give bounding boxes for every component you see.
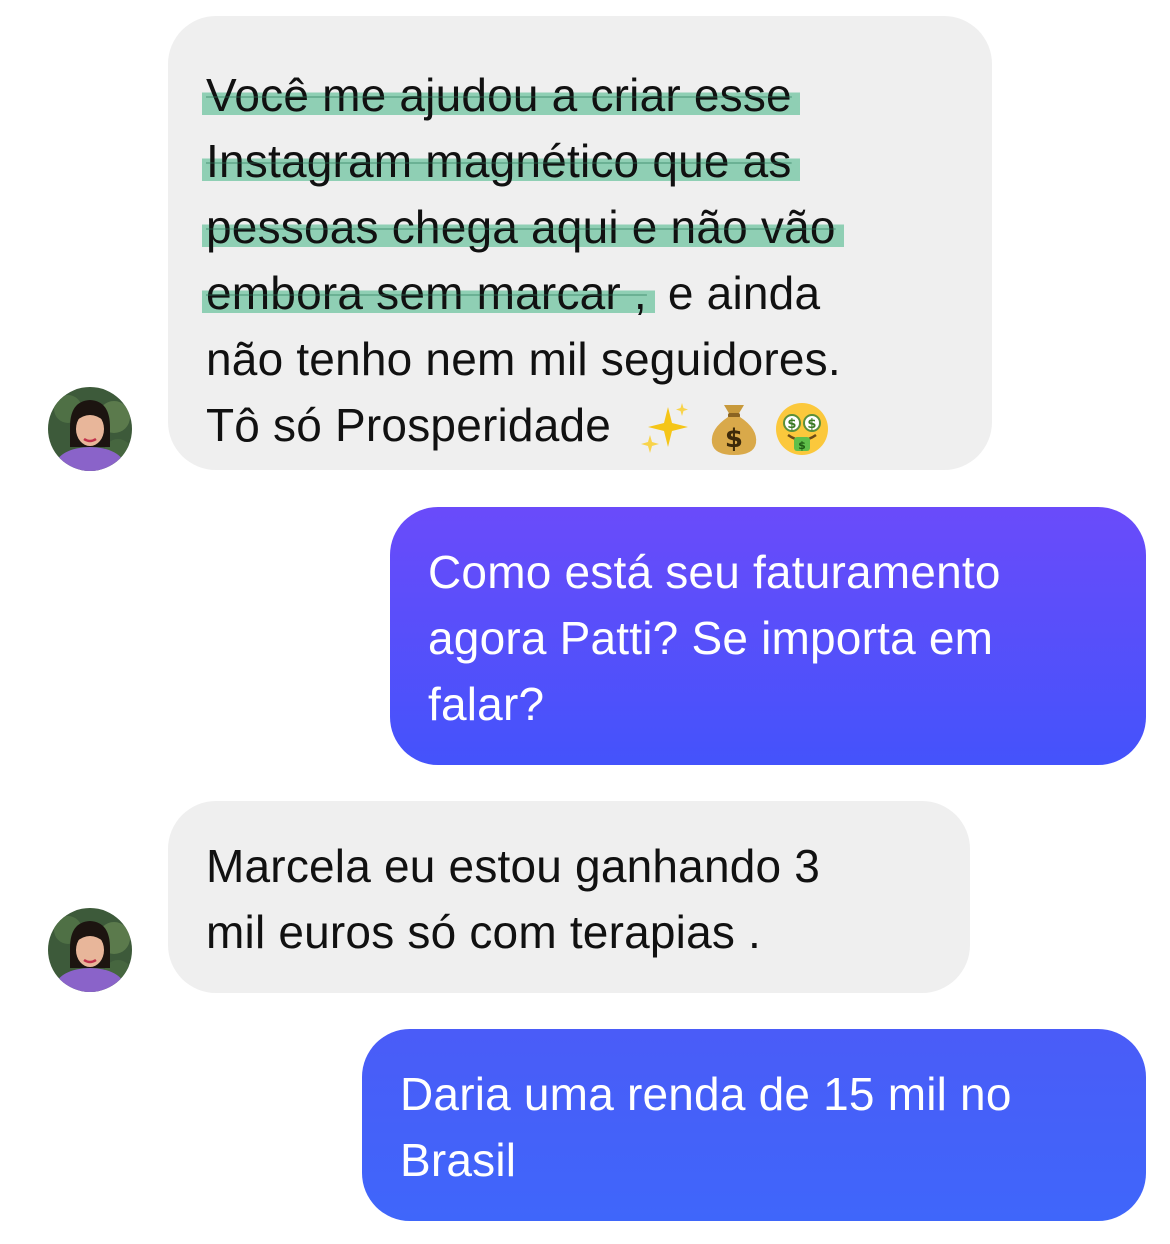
message-text: Brasil [400, 1134, 517, 1186]
svg-text:$: $ [807, 417, 816, 432]
sparkles-icon [641, 402, 689, 453]
avatar-photo [48, 387, 132, 471]
message-text: Como está seu faturamento [428, 546, 1001, 598]
svg-text:$: $ [798, 439, 806, 452]
message-text: agora Patti? Se importa em [428, 612, 994, 664]
outgoing-message-bubble[interactable]: Como está seu faturamento agora Patti? S… [390, 507, 1146, 765]
message-text: mil euros só com terapias . [206, 906, 762, 958]
message-text: Daria uma renda de 15 mil no [400, 1068, 1012, 1120]
message-line: embora sem marcar , e ainda [202, 260, 992, 326]
highlighted-text: Instagram magnético que as [202, 135, 800, 187]
message-text: e ainda [667, 267, 821, 319]
message-line: Você me ajudou a criar esse [202, 62, 992, 128]
contact-avatar[interactable] [48, 908, 132, 992]
message-line: pessoas chega aqui e não vão [202, 194, 992, 260]
highlighted-text: embora sem marcar , [202, 267, 655, 319]
emoji-group: $ $ $ $ [638, 401, 830, 457]
message-text: não tenho nem mil seguidores. [206, 333, 841, 385]
contact-avatar[interactable] [48, 387, 132, 471]
message-text: falar? [428, 678, 545, 730]
message-line: Instagram magnético que as [202, 128, 992, 194]
message-line: Tô só Prosperidade $ $ $ $ [206, 392, 992, 458]
money-bag-icon: $ [711, 404, 757, 455]
money-mouth-face-icon: $ $ $ [776, 402, 829, 455]
highlighted-text: pessoas chega aqui e não vão [202, 201, 844, 253]
svg-text:$: $ [787, 417, 796, 432]
message-text: Marcela eu estou ganhando 3 [206, 840, 821, 892]
avatar-photo [48, 908, 132, 992]
message-text: Tô só Prosperidade [206, 399, 612, 451]
highlighted-text: Você me ajudou a criar esse [202, 69, 800, 121]
incoming-message-bubble[interactable]: Marcela eu estou ganhando 3 mil euros só… [168, 801, 970, 993]
outgoing-message-bubble[interactable]: Daria uma renda de 15 mil no Brasil [362, 1029, 1146, 1221]
incoming-message-bubble[interactable]: Você me ajudou a criar esse Instagram ma… [168, 16, 992, 470]
svg-text:$: $ [725, 424, 743, 454]
